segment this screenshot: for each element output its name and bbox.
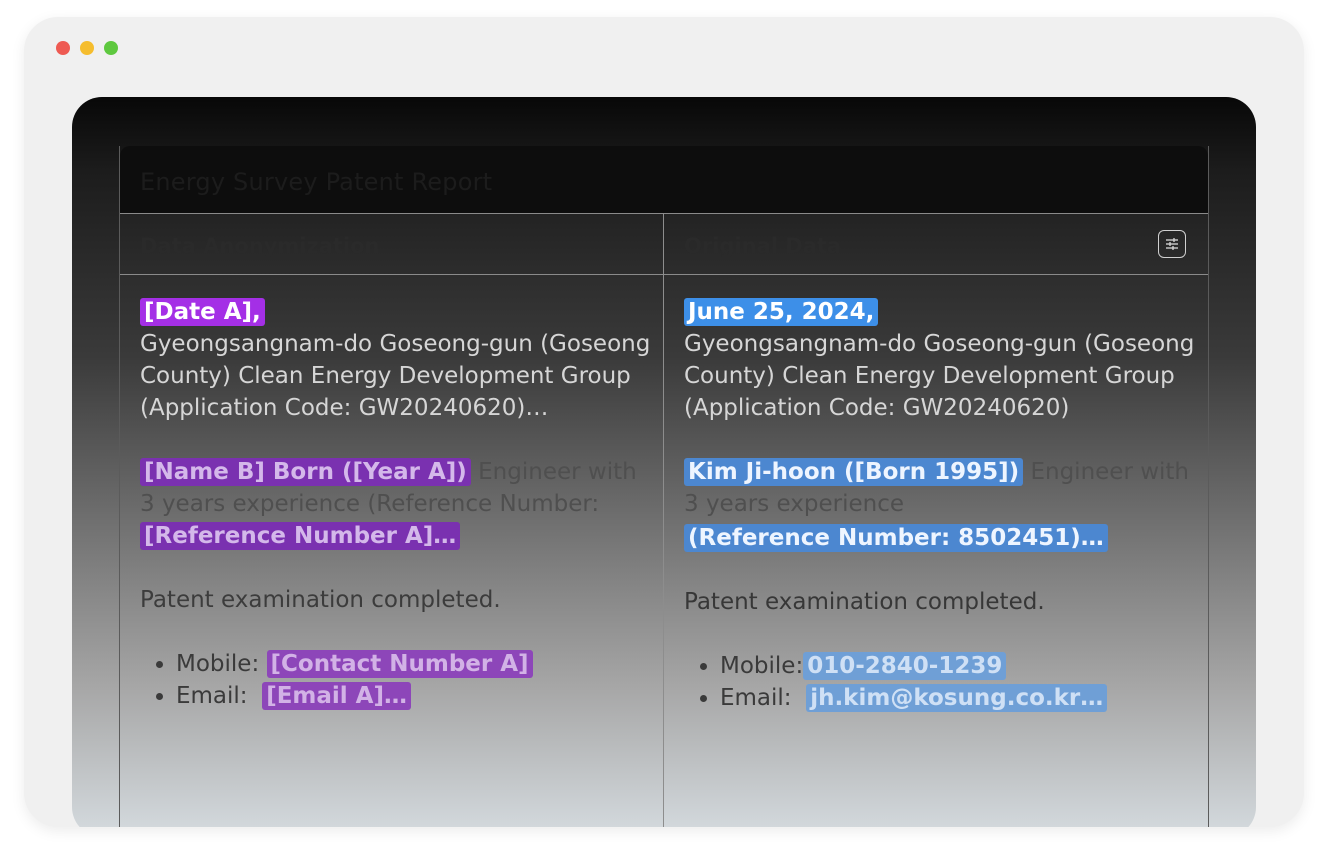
minimize-button[interactable]	[80, 41, 94, 55]
location-text: Gyeongsangnam-do Goseong-gun (Goseong Co…	[684, 331, 1195, 421]
close-button[interactable]	[56, 41, 70, 55]
mobile-label: Mobile:	[176, 651, 260, 677]
column-divider	[663, 213, 664, 827]
contact-list: Mobile: [Contact Number A] Email: [Email…	[140, 648, 658, 712]
email-label: Email:	[720, 685, 792, 711]
report-document: Energy Survey Patent Report Data Anonymi…	[119, 146, 1209, 827]
report-header: Energy Survey Patent Report	[120, 146, 1208, 213]
redacted-phone-tag[interactable]: [Contact Number A]	[266, 650, 533, 678]
original-phone-tag[interactable]: 010-2840-1239	[803, 652, 1007, 680]
list-item: Email: jh.kim@kosung.co.kr…	[720, 682, 1200, 714]
redacted-reference-tag[interactable]: [Reference Number A]…	[140, 522, 461, 550]
status-text: Patent examination completed.	[684, 589, 1045, 615]
list-item: Mobile:010-2840-1239	[720, 650, 1200, 682]
redacted-name-tag[interactable]: [Name B] Born ([Year A])	[140, 458, 471, 486]
mobile-label: Mobile:	[720, 653, 804, 679]
divider	[120, 213, 1208, 214]
list-item: Email: [Email A]…	[176, 680, 658, 712]
window-controls	[56, 41, 118, 55]
column-header-anonymized: Data Anonymization	[140, 234, 380, 258]
location-text: Gyeongsangnam-do Goseong-gun (Goseong Co…	[140, 331, 651, 421]
original-reference-tag[interactable]: (Reference Number: 8502451)…	[684, 524, 1108, 552]
original-email-tag[interactable]: jh.kim@kosung.co.kr…	[806, 684, 1108, 712]
report-panel: Energy Survey Patent Report Data Anonymi…	[72, 97, 1256, 827]
original-column: June 25, 2024, Gyeongsangnam-do Goseong-…	[684, 296, 1200, 714]
sliders-icon	[1166, 238, 1178, 250]
list-item: Mobile: [Contact Number A]	[176, 648, 658, 680]
divider	[120, 274, 1208, 275]
original-name-tag[interactable]: Kim Ji-hoon ([Born 1995])	[684, 458, 1024, 486]
original-date-tag[interactable]: June 25, 2024,	[684, 298, 879, 326]
app-window: Energy Survey Patent Report Data Anonymi…	[24, 17, 1304, 827]
redacted-date-tag[interactable]: [Date A],	[140, 298, 265, 326]
anonymized-column: [Date A], Gyeongsangnam-do Goseong-gun (…	[140, 296, 658, 712]
status-text: Patent examination completed.	[140, 587, 501, 613]
contact-list: Mobile:010-2840-1239 Email: jh.kim@kosun…	[684, 650, 1200, 714]
filter-button[interactable]	[1158, 230, 1186, 258]
maximize-button[interactable]	[104, 41, 118, 55]
redacted-email-tag[interactable]: [Email A]…	[262, 682, 411, 710]
column-header-original: Original Data	[684, 234, 842, 258]
email-label: Email:	[176, 683, 248, 709]
report-title: Energy Survey Patent Report	[140, 168, 493, 196]
